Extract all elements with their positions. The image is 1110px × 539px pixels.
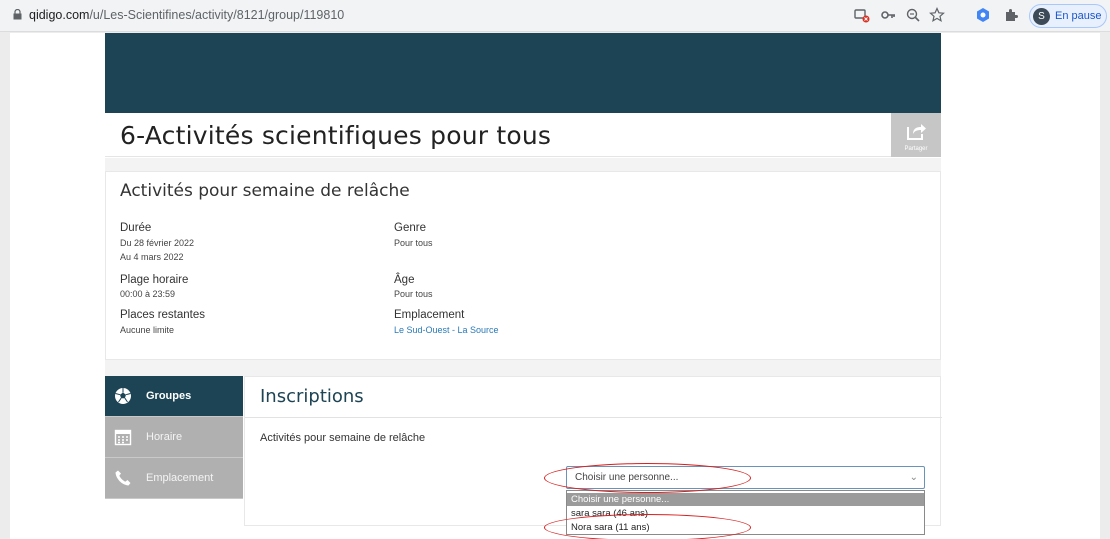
inscriptions-subtitle: Activités pour semaine de relâche — [260, 432, 426, 444]
bookmark-star-icon[interactable] — [928, 7, 946, 25]
title-bar: 6-Activités scientifiques pour tous Part… — [105, 113, 941, 157]
section-spacer-2 — [105, 360, 941, 376]
browser-toolbar: qidigo.com/u/Les-Scientifines/activity/8… — [0, 0, 1110, 32]
blocked-popup-icon[interactable] — [853, 7, 871, 25]
genre-label: Genre — [394, 222, 426, 234]
extension-logo-icon[interactable] — [974, 7, 992, 25]
zoom-icon[interactable] — [904, 7, 922, 25]
profile-button[interactable]: S En pause — [1029, 4, 1107, 28]
plage-horaire-value: 00:00 à 23:59 — [120, 289, 176, 299]
section-spacer — [105, 158, 941, 171]
soccer-ball-icon — [115, 388, 131, 404]
profile-status-label: En pause — [1055, 10, 1102, 22]
dropdown-option[interactable]: Choisir une personne... — [567, 493, 924, 506]
inscriptions-title: Inscriptions — [260, 386, 364, 407]
chevron-down-icon: ⌄ — [909, 472, 918, 483]
duree-start: Du 28 février 2022 — [120, 238, 195, 248]
key-icon[interactable] — [879, 7, 897, 25]
divider — [245, 417, 942, 418]
calendar-icon — [114, 429, 132, 446]
plage-horaire-label: Plage horaire — [120, 274, 189, 286]
tab-horaire-label: Horaire — [146, 431, 183, 443]
info-title: Activités pour semaine de relâche — [120, 181, 410, 201]
share-label: Partager — [904, 146, 928, 152]
emplacement-link[interactable]: Le Sud-Ouest - La Source — [394, 324, 499, 336]
tab-groupes-label: Groupes — [146, 390, 192, 402]
phone-icon — [115, 470, 131, 486]
age-value: Pour tous — [394, 289, 433, 299]
annotation-ellipse-option — [544, 514, 751, 539]
address-bar[interactable]: qidigo.com/u/Les-Scientifines/activity/8… — [29, 8, 344, 22]
places-restantes-label: Places restantes — [120, 309, 206, 321]
url-host: qidigo.com — [29, 8, 90, 22]
age-label: Âge — [394, 274, 415, 286]
duree-end: Au 4 mars 2022 — [120, 252, 184, 262]
places-restantes-value: Aucune limite — [120, 325, 175, 335]
activity-info-card: Activités pour semaine de relâche Durée … — [105, 171, 941, 360]
duree-label: Durée — [120, 222, 152, 234]
extensions-puzzle-icon[interactable] — [1002, 7, 1020, 25]
emplacement-label: Emplacement — [394, 309, 465, 321]
tab-horaire[interactable]: Horaire — [105, 417, 243, 458]
lock-icon — [13, 9, 22, 20]
share-button[interactable]: Partager — [891, 113, 941, 157]
tab-emplacement[interactable]: Emplacement — [105, 458, 243, 499]
avatar: S — [1033, 8, 1050, 25]
hero-banner — [105, 33, 941, 113]
tab-emplacement-label: Emplacement — [146, 472, 214, 484]
tab-groupes[interactable]: Groupes — [105, 376, 243, 417]
annotation-ellipse-select — [544, 463, 751, 493]
page-title: 6-Activités scientifiques pour tous — [120, 121, 552, 150]
url-path: /u/Les-Scientifines/activity/8121/group/… — [89, 8, 345, 22]
share-icon — [907, 124, 926, 140]
genre-value: Pour tous — [394, 238, 433, 248]
